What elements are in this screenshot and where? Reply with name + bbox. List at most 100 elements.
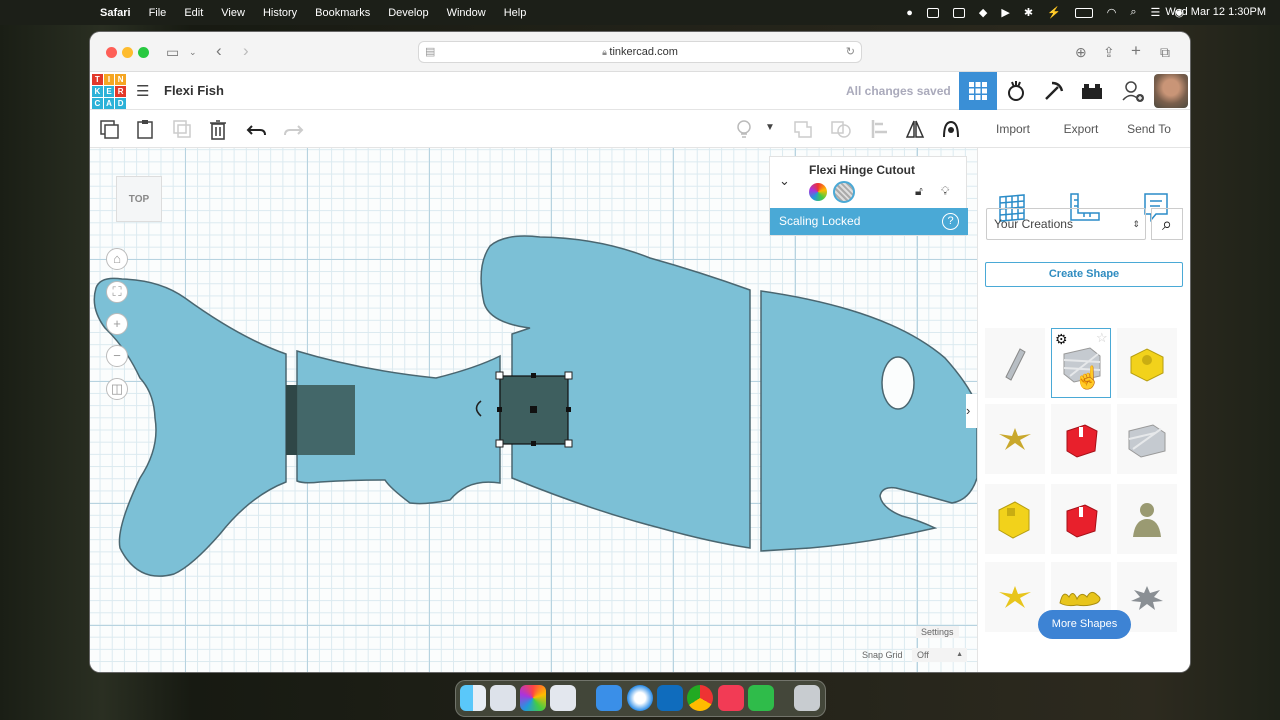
gear-icon[interactable]: ⚙ bbox=[1055, 331, 1068, 348]
bluetooth-icon[interactable]: ✱ bbox=[1024, 6, 1033, 19]
music-icon[interactable] bbox=[718, 685, 744, 711]
wifi-icon[interactable]: ◠ bbox=[1107, 6, 1117, 19]
display-icon[interactable] bbox=[926, 7, 939, 18]
play-icon[interactable]: ▶ bbox=[1001, 6, 1009, 19]
align-icon[interactable] bbox=[869, 118, 891, 140]
menu-bookmarks[interactable]: Bookmarks bbox=[315, 7, 370, 19]
design-title[interactable]: Flexi Fish bbox=[164, 83, 224, 98]
address-bar[interactable]: ▤ 🔒︎ tinkercad.com ↻ bbox=[418, 41, 862, 63]
chevron-down-icon[interactable]: ⌄ bbox=[189, 47, 197, 58]
avatar[interactable] bbox=[1152, 72, 1190, 110]
settings-button[interactable]: Settings bbox=[916, 626, 959, 638]
invite-user-button[interactable] bbox=[1114, 72, 1152, 110]
trash-icon[interactable] bbox=[207, 118, 229, 140]
duplicate-icon[interactable] bbox=[171, 118, 193, 140]
preview-icon[interactable] bbox=[550, 685, 576, 711]
menu-window[interactable]: Window bbox=[447, 7, 486, 19]
snap-grid-select[interactable]: Off ▲ bbox=[912, 648, 967, 662]
trash-icon[interactable] bbox=[794, 685, 820, 711]
collapse-chevron-icon[interactable]: ⌄ bbox=[779, 173, 790, 189]
menu-file[interactable]: File bbox=[149, 7, 167, 19]
forward-icon[interactable]: › bbox=[243, 41, 249, 61]
control-center-icon[interactable]: ☰ bbox=[1151, 6, 1161, 19]
tinkercad-logo[interactable]: T I N K E R C A D bbox=[92, 74, 126, 109]
outlook-icon[interactable] bbox=[657, 685, 683, 711]
shape-thumb-stick[interactable] bbox=[985, 328, 1045, 398]
photos-icon[interactable] bbox=[520, 685, 546, 711]
menu-history[interactable]: History bbox=[263, 7, 297, 19]
panel-toggle-chevron-icon[interactable]: › bbox=[966, 394, 977, 428]
shape-thumb-yellow-part[interactable] bbox=[985, 484, 1045, 554]
shape-thumb-starfish[interactable] bbox=[985, 562, 1045, 632]
import-button[interactable]: Import bbox=[984, 118, 1042, 140]
home-view-button[interactable]: ⌂ bbox=[106, 248, 128, 270]
copy-icon[interactable] bbox=[98, 118, 120, 140]
sim-lab-button[interactable] bbox=[997, 72, 1035, 110]
search-icon[interactable]: ⌕ bbox=[1130, 6, 1136, 19]
safari-icon[interactable] bbox=[627, 685, 653, 711]
redo-icon[interactable] bbox=[282, 118, 304, 140]
fish-eye-hole[interactable] bbox=[881, 356, 915, 410]
chrome-icon[interactable] bbox=[687, 685, 713, 711]
sidebar-icon[interactable]: ▭ bbox=[166, 44, 179, 61]
mail-icon[interactable] bbox=[596, 685, 622, 711]
more-shapes-button[interactable]: More Shapes bbox=[1038, 610, 1131, 639]
ungroup-icon[interactable] bbox=[830, 118, 852, 140]
light-bulb-icon[interactable] bbox=[733, 118, 755, 140]
bricks-button[interactable] bbox=[1073, 72, 1111, 110]
minimize-window-button[interactable] bbox=[122, 47, 133, 58]
menu-app-name[interactable]: Safari bbox=[100, 7, 131, 19]
chevron-down-icon[interactable]: ▼ bbox=[765, 122, 787, 144]
reload-icon[interactable]: ↻ bbox=[846, 42, 855, 62]
menu-help[interactable]: Help bbox=[504, 7, 527, 19]
finder-icon[interactable] bbox=[460, 685, 486, 711]
search-icon[interactable]: ⌕ bbox=[1151, 208, 1183, 240]
blocks-button[interactable] bbox=[1035, 72, 1073, 110]
screen-icon[interactable] bbox=[952, 7, 965, 18]
back-icon[interactable]: ‹ bbox=[216, 41, 222, 61]
fish-head[interactable] bbox=[760, 290, 977, 552]
zoom-window-button[interactable] bbox=[138, 47, 149, 58]
menu-develop[interactable]: Develop bbox=[388, 7, 428, 19]
shape-thumb-red-part[interactable] bbox=[1051, 404, 1111, 474]
record-icon[interactable]: ● bbox=[906, 7, 913, 19]
menu-edit[interactable]: Edit bbox=[184, 7, 203, 19]
lock-icon[interactable]: 🔓︎ bbox=[915, 184, 923, 199]
drop-icon[interactable]: ◆ bbox=[979, 6, 987, 19]
create-shape-button[interactable]: Create Shape bbox=[985, 262, 1183, 287]
shape-thumb-red-part[interactable] bbox=[1051, 484, 1111, 554]
design-list-icon[interactable]: ☰ bbox=[136, 82, 149, 100]
zoom-in-button[interactable]: + bbox=[106, 313, 128, 335]
workplane[interactable]: TOP ⌂ ⛶ + − ◫ ⌄ Flexi Hinge Cutout 🔓︎ 💡︎… bbox=[90, 148, 977, 672]
share-icon[interactable]: ⇪ bbox=[1103, 44, 1115, 61]
3d-design-view-button[interactable] bbox=[959, 72, 997, 110]
download-icon[interactable]: ⊕ bbox=[1075, 44, 1087, 61]
visibility-bulb-icon[interactable]: 💡︎ bbox=[941, 184, 949, 199]
tab-overview-icon[interactable]: ⧉ bbox=[1160, 44, 1170, 61]
shape-thumb-striped-box[interactable] bbox=[1117, 404, 1177, 474]
fit-view-button[interactable]: ⛶ bbox=[106, 281, 128, 303]
bolt-icon[interactable]: ⚡ bbox=[1047, 6, 1061, 19]
launchpad-icon[interactable] bbox=[490, 685, 516, 711]
battery-icon[interactable] bbox=[1074, 7, 1093, 18]
help-icon[interactable]: ? bbox=[942, 213, 959, 230]
group-icon[interactable] bbox=[792, 118, 814, 140]
hole-button[interactable] bbox=[833, 181, 855, 203]
shape-thumb-hole-box[interactable]: ⚙ ☆ ☝ bbox=[1051, 328, 1111, 398]
mirror-icon[interactable] bbox=[904, 118, 926, 140]
shape-library-select[interactable]: Your Creations ⇕ bbox=[986, 208, 1146, 240]
cruise-icon[interactable] bbox=[940, 118, 962, 140]
shape-thumb-figurine[interactable] bbox=[1117, 484, 1177, 554]
shape-thumb-starfish[interactable] bbox=[985, 404, 1045, 474]
paste-icon[interactable] bbox=[134, 118, 156, 140]
menubar-clock[interactable]: Wed Mar 12 1:30PM bbox=[1165, 6, 1266, 18]
undo-icon[interactable] bbox=[246, 118, 268, 140]
view-cube[interactable]: TOP bbox=[116, 176, 162, 222]
send-to-button[interactable]: Send To bbox=[1120, 118, 1178, 140]
close-window-button[interactable] bbox=[106, 47, 117, 58]
numbers-icon[interactable] bbox=[748, 685, 774, 711]
shape-thumb-yellow-part[interactable] bbox=[1117, 328, 1177, 398]
new-tab-icon[interactable]: + bbox=[1131, 41, 1141, 61]
star-icon[interactable]: ☆ bbox=[1096, 330, 1108, 346]
zoom-out-button[interactable]: − bbox=[106, 345, 128, 367]
